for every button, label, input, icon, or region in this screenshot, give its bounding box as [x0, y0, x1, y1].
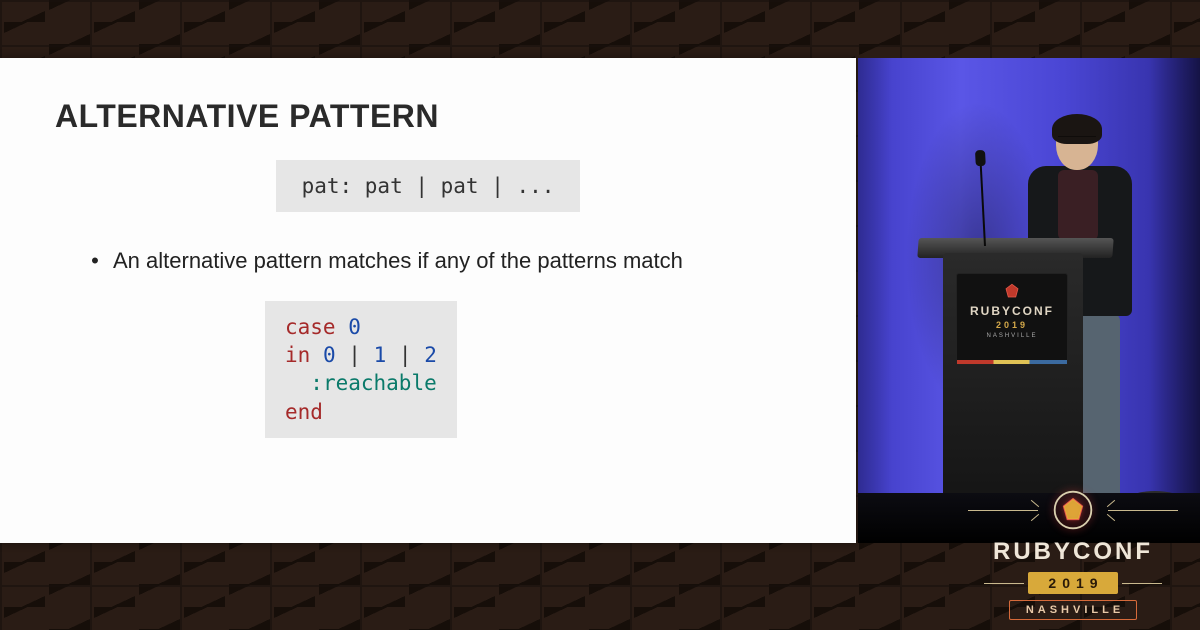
stage-video-panel: RUBYCONF 2019 NASHVILLE: [858, 58, 1200, 543]
podium-sign-title: RUBYCONF: [957, 304, 1067, 318]
slide-title: ALTERNATIVE PATTERN: [55, 98, 801, 135]
bullet-item: An alternative pattern matches if any of…: [105, 246, 801, 277]
podium-sign: RUBYCONF 2019 NASHVILLE: [956, 273, 1068, 365]
logo-city-badge: NASHVILLE: [1009, 600, 1137, 620]
podium-sign-city: NASHVILLE: [957, 333, 1067, 339]
logo-name: RUBYCONF: [968, 538, 1178, 566]
podium-sign-year: 2019: [957, 320, 1067, 330]
conference-logo: RUBYCONF 2019 NASHVILLE: [968, 488, 1178, 620]
bullet-list: An alternative pattern matches if any of…: [55, 246, 801, 277]
logo-year-badge: 2019: [1028, 572, 1117, 594]
syntax-definition-box: pat: pat | pat | ...: [276, 160, 581, 212]
ruby-gem-icon: [1003, 282, 1021, 300]
ruby-gem-icon: [1051, 488, 1095, 532]
presentation-slide: ALTERNATIVE PATTERN pat: pat | pat | ...…: [0, 58, 856, 543]
code-example-box: case 0 in 0 | 1 | 2 :reachable end: [265, 301, 457, 438]
podium-sign-stripe: [957, 360, 1067, 364]
